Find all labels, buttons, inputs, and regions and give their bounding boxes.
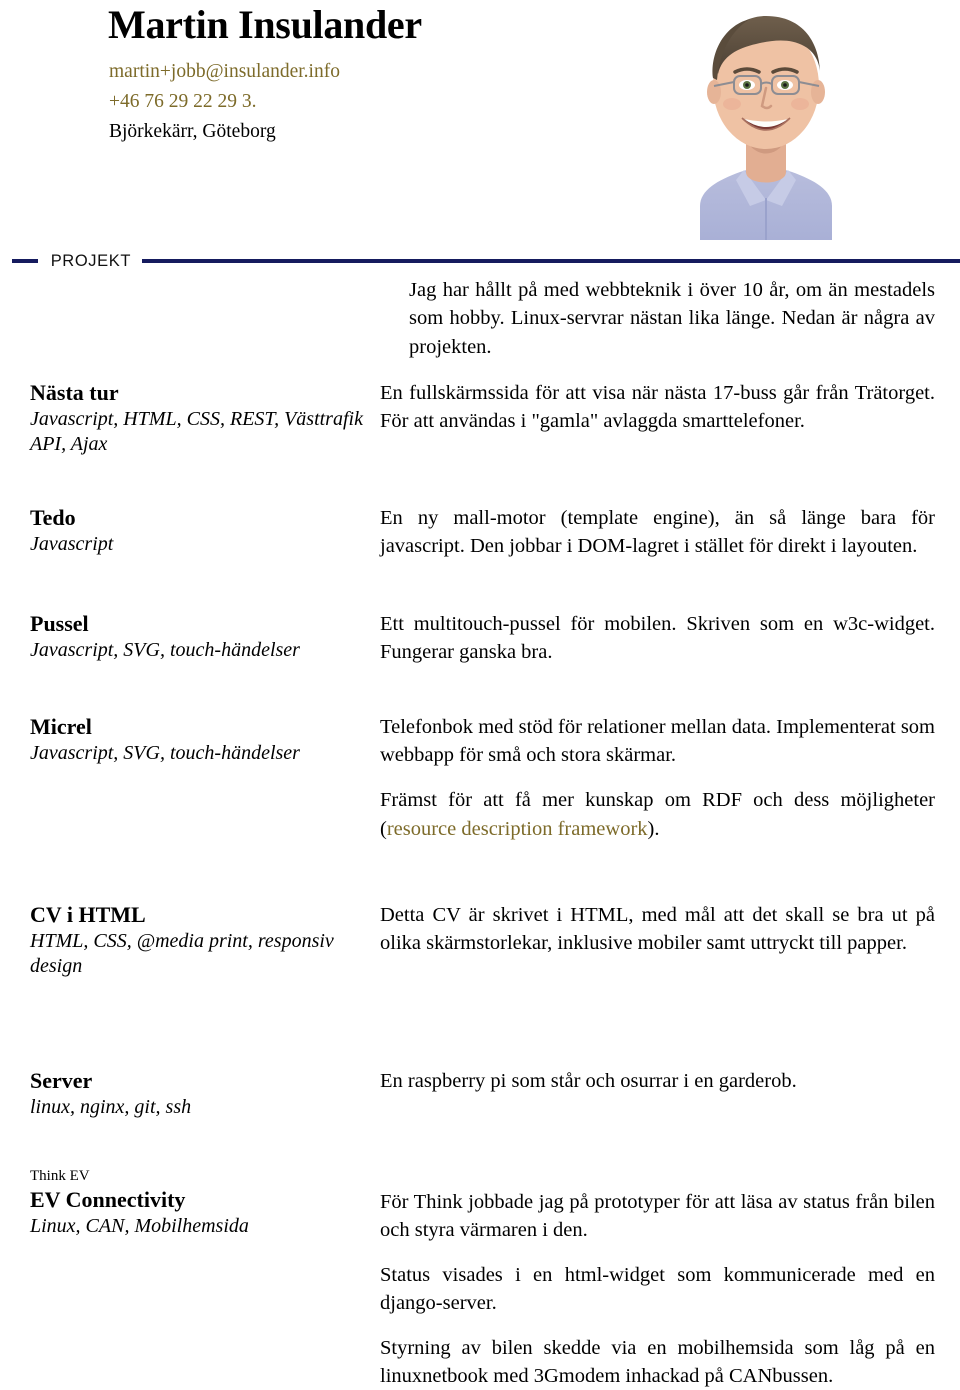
- contact-block: martin+jobb@insulander.info +46 76 29 22…: [109, 57, 340, 148]
- intro-paragraph: Jag har hållt på med webbteknik i över 1…: [409, 279, 935, 358]
- project-tech: linux, nginx, git, ssh: [30, 1095, 192, 1118]
- project-tech: Javascript, SVG, touch-händelser: [30, 639, 300, 662]
- project-entry: Pussel Javascript, SVG, touch-händelser …: [0, 610, 960, 666]
- project-paragraph: Detta CV är skrivet i HTML, med mål att …: [380, 903, 935, 954]
- project-description: En ny mall-motor (template engine), än s…: [380, 504, 960, 560]
- cv-page: Martin Insulander martin+jobb@insulander…: [0, 0, 960, 1387]
- project-paragraph: Telefonbok med stöd för relationer mella…: [380, 716, 935, 767]
- project-paragraph: En raspberry pi som står och osurrar i e…: [380, 1069, 797, 1092]
- project-tech: Linux, CAN, Mobilhemsida: [30, 1215, 249, 1238]
- project-entry: Nästa tur Javascript, HTML, CSS, REST, V…: [0, 379, 960, 457]
- project-tech: Javascript: [30, 533, 114, 556]
- project-meta: Pussel Javascript, SVG, touch-händelser: [0, 610, 380, 663]
- project-entry: Micrel Javascript, SVG, touch-händelser …: [0, 713, 960, 842]
- project-meta: CV i HTML HTML, CSS, @media print, respo…: [0, 901, 380, 979]
- rule-right: [142, 259, 960, 263]
- project-title: Nästa tur: [30, 379, 119, 405]
- project-entry: Tedo Javascript En ny mall-motor (templa…: [0, 504, 960, 560]
- project-meta: Think EV EV Connectivity Linux, CAN, Mob…: [0, 1166, 380, 1239]
- project-title: Tedo: [30, 505, 76, 530]
- project-tech: HTML, CSS, @media print, responsiv desig…: [30, 929, 334, 977]
- email-link[interactable]: martin+jobb@insulander.info: [109, 57, 340, 87]
- project-entry: Think EV EV Connectivity Linux, CAN, Mob…: [0, 1166, 960, 1390]
- section-title: PROJEKT: [50, 251, 131, 270]
- project-meta: Server linux, nginx, git, ssh: [0, 1067, 380, 1120]
- project-tech: Javascript, HTML, CSS, REST, Västtrafik …: [30, 408, 363, 455]
- page-title: Martin Insulander: [108, 2, 422, 47]
- project-employer: Think EV: [30, 1167, 90, 1184]
- project-title: Micrel: [30, 714, 92, 740]
- cv-header: Martin Insulander martin+jobb@insulander…: [0, 0, 960, 248]
- project-title: EV Connectivity: [30, 1187, 186, 1213]
- portrait-photo-icon: [680, 0, 852, 240]
- section-header-projekt: PROJEKT: [0, 249, 960, 273]
- location-text: Björkekärr, Göteborg: [109, 121, 276, 143]
- rdf-link[interactable]: resource description framework: [387, 818, 648, 840]
- project-description: Ett multitouch-pussel för mobilen. Skriv…: [380, 610, 960, 666]
- rule-left: [12, 259, 38, 263]
- project-title: Pussel: [30, 611, 89, 637]
- project-entry: CV i HTML HTML, CSS, @media print, respo…: [0, 901, 960, 979]
- project-title: Server: [30, 1067, 93, 1093]
- projects-section: Jag har hållt på med webbteknik i över 1…: [0, 276, 960, 1390]
- project-paragraph: Styrning av bilen skedde via en mobilhem…: [380, 1337, 935, 1388]
- project-paragraph-rdf: Främst för att få mer kunskap om RDF och…: [380, 786, 935, 842]
- project-meta: Tedo Javascript: [0, 504, 380, 557]
- project-description: En fullskärmssida för att visa när nästa…: [380, 379, 960, 435]
- project-description: Telefonbok med stöd för relationer mella…: [380, 713, 960, 842]
- project-paragraph: Status visades i en html-widget som komm…: [380, 1264, 935, 1315]
- project-meta: Nästa tur Javascript, HTML, CSS, REST, V…: [0, 379, 380, 457]
- project-description: För Think jobbade jag på prototyper för …: [380, 1166, 960, 1390]
- avatar: [680, 0, 852, 240]
- project-paragraph: Ett multitouch-pussel för mobilen. Skriv…: [380, 613, 935, 664]
- project-entry: Server linux, nginx, git, ssh En raspber…: [0, 1067, 960, 1120]
- project-meta: Micrel Javascript, SVG, touch-händelser: [0, 713, 380, 766]
- project-paragraph: En fullskärmssida för att visa när nästa…: [380, 381, 935, 432]
- project-description: En raspberry pi som står och osurrar i e…: [380, 1067, 960, 1095]
- project-tech: Javascript, SVG, touch-händelser: [30, 742, 300, 765]
- project-description: Detta CV är skrivet i HTML, med mål att …: [380, 901, 960, 957]
- phone-link[interactable]: +46 76 29 22 29 3.: [109, 87, 340, 117]
- project-paragraph: En ny mall-motor (template engine), än s…: [380, 507, 935, 558]
- project-title: CV i HTML: [30, 901, 146, 927]
- project-paragraph: För Think jobbade jag på prototyper för …: [380, 1190, 935, 1242]
- rdf-text-post: ).: [647, 817, 660, 840]
